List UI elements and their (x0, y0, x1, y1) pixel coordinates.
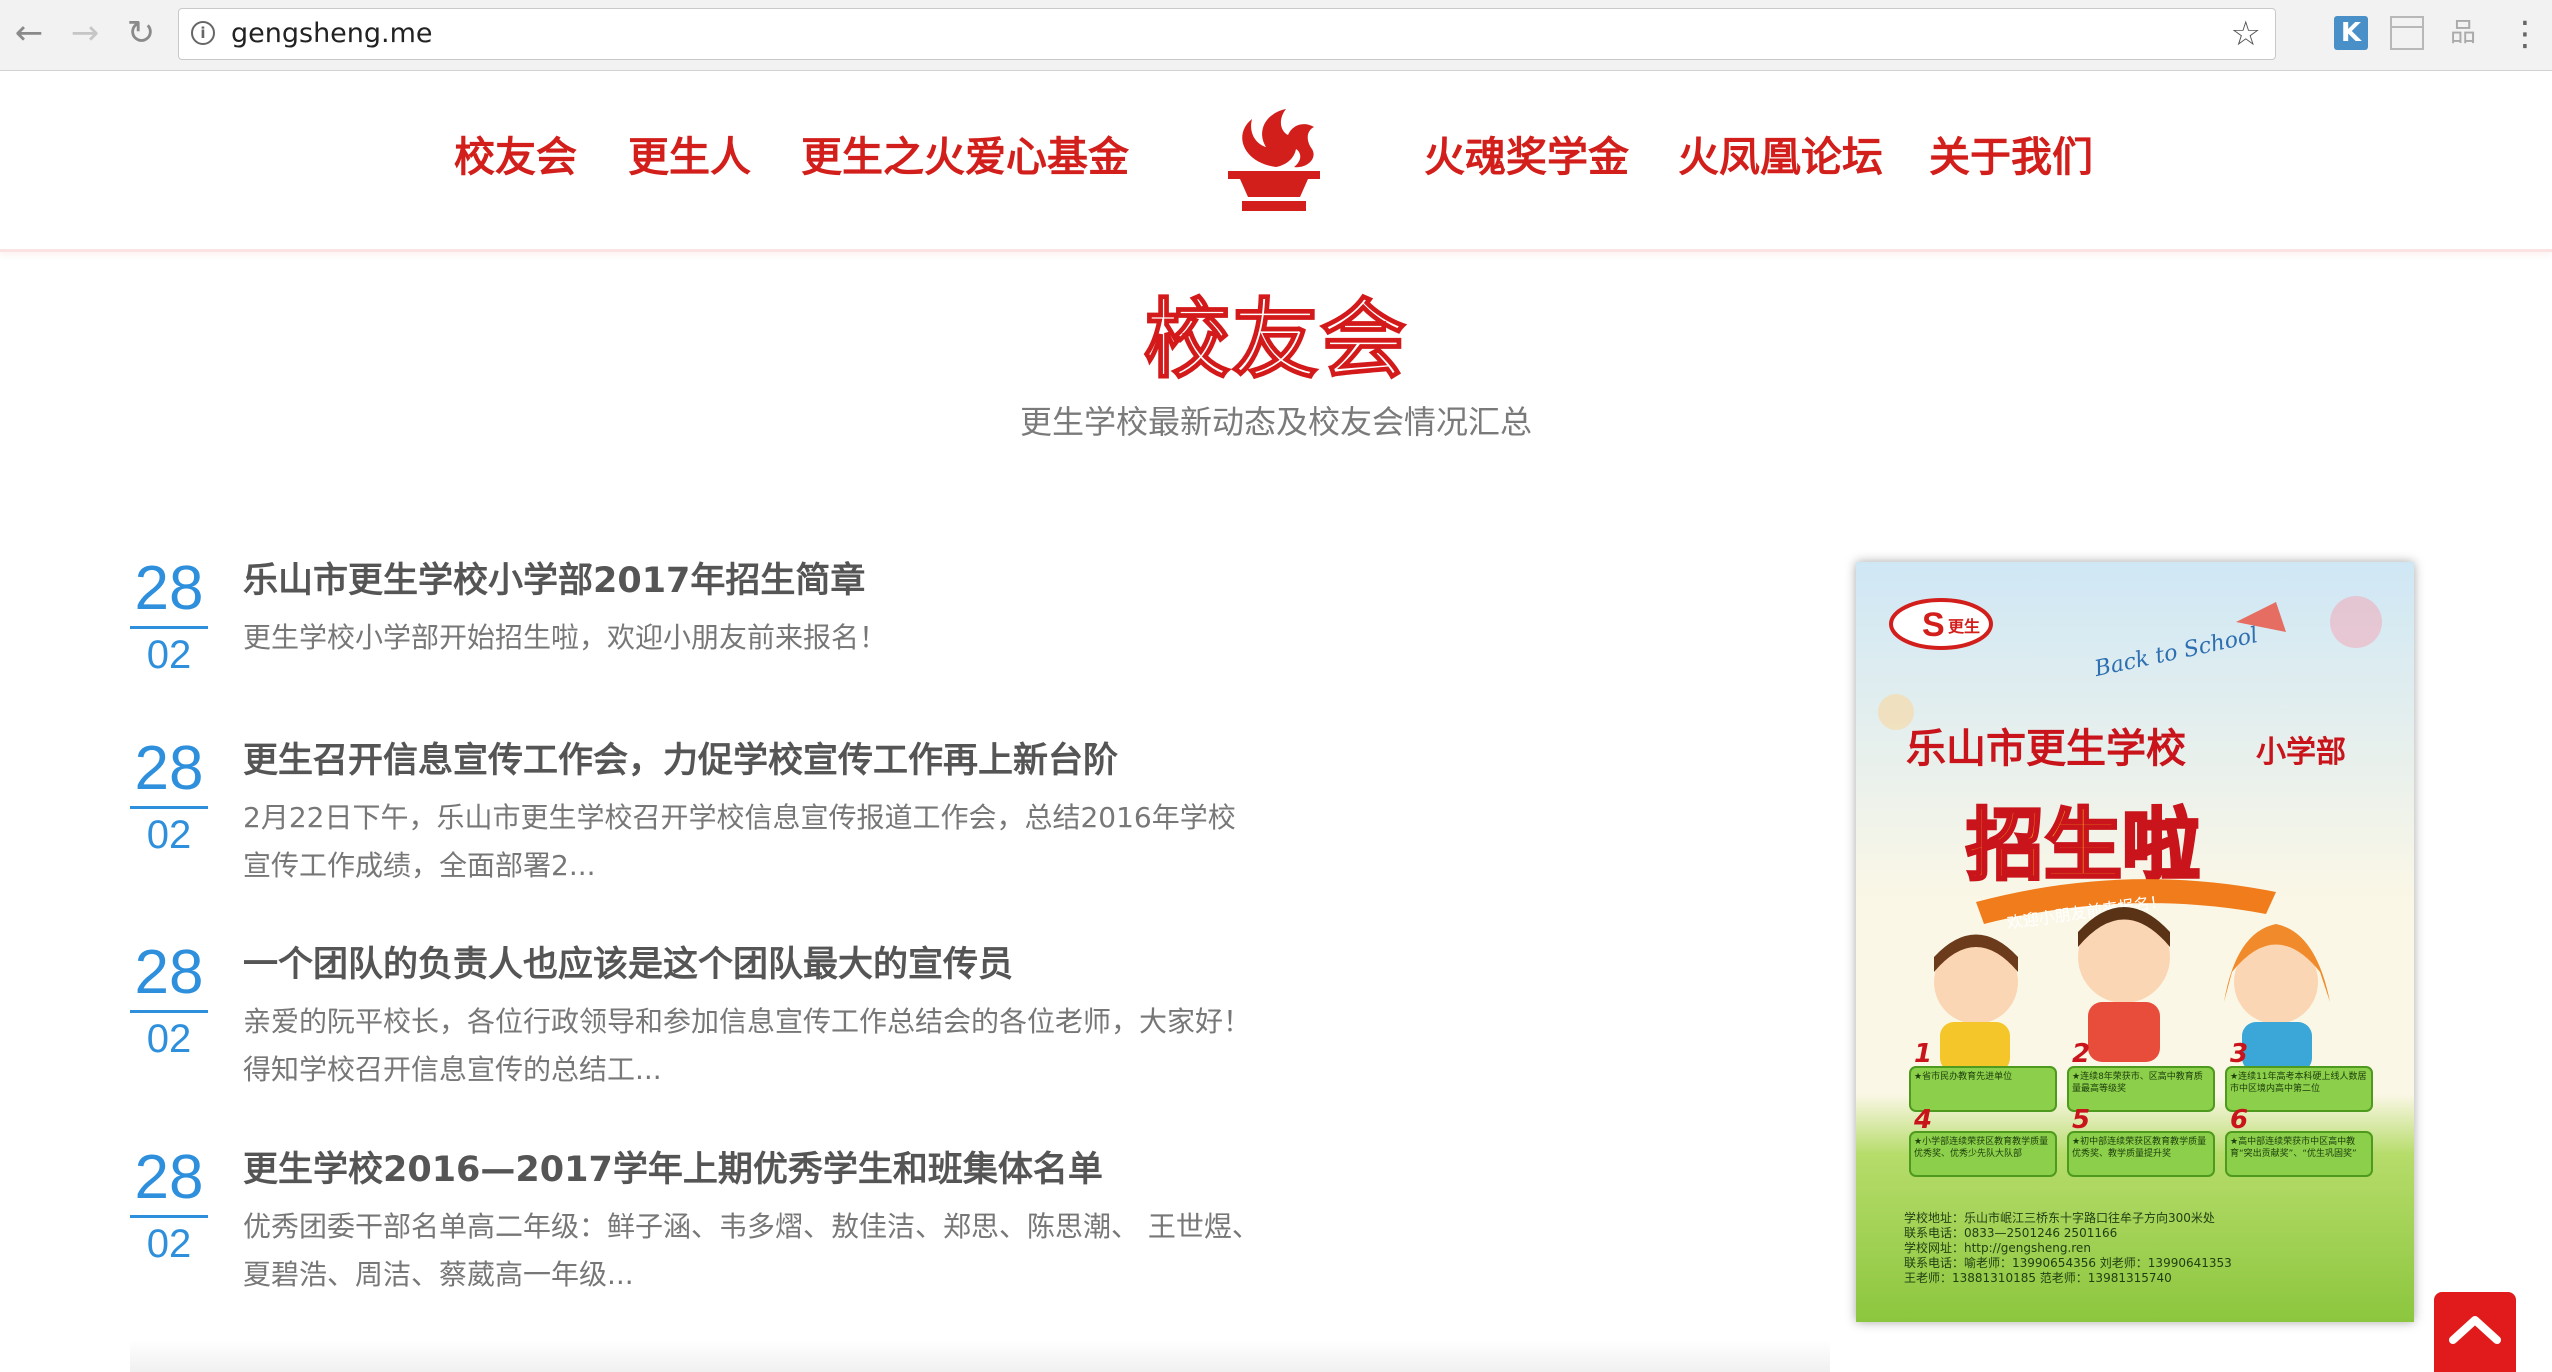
svg-text:3: 3 (2230, 1039, 2248, 1069)
news-date: 28 02 (130, 940, 208, 1061)
enrollment-poster[interactable]: S 更生 Back to School 乐山市更生学校 小学部 招生啦 欢迎小朋… (1856, 562, 2414, 1322)
back-button[interactable]: ← (6, 10, 52, 56)
poster-headline: 招生啦 (1966, 801, 2200, 891)
forward-button[interactable]: → (62, 10, 108, 56)
news-date-day: 28 (134, 1143, 204, 1212)
poster-contact-line: 学校地址：乐山市岷江三桥东十字路口往牟子方向300米处 (1904, 1210, 2215, 1225)
news-summary: 优秀团委干部名单高二年级：鲜子涵、韦多熠、敖佳洁、郑思、陈思潮、 王世煜、夏碧浩… (243, 1210, 1260, 1291)
date-divider (130, 806, 208, 809)
poster-school-name: 乐山市更生学校 (1906, 725, 2186, 772)
news-title-link[interactable]: 更生学校2016—2017学年上期优秀学生和班集体名单 (243, 1145, 1103, 1195)
svg-text:1: 1 (1914, 1039, 1932, 1069)
address-url[interactable]: gengsheng.me (231, 9, 433, 59)
poster-feature: ★初中部连续荣获区教育教学质量优秀奖、教学质量提升奖 (2072, 1137, 2207, 1159)
svg-text:2: 2 (2072, 1039, 2090, 1069)
site-logo-torch-icon[interactable] (1214, 105, 1334, 215)
content-bottom-shadow (130, 1340, 1830, 1372)
news-title-link[interactable]: 乐山市更生学校小学部2017年招生简章 (243, 556, 865, 606)
news-date-day: 28 (134, 554, 204, 623)
news-title-link[interactable]: 一个团队的负责人也应该是这个团队最大的宣传员 (243, 940, 1013, 990)
poster-feature: ★省市民办教育先进单位 (1914, 1072, 2013, 1082)
news-date-month: 02 (146, 633, 192, 677)
nav-link-about-us[interactable]: 关于我们 (1929, 131, 2093, 183)
section-subtitle: 更生学校最新动态及校友会情况汇总 (1019, 403, 1532, 441)
extension-tree-icon[interactable]: 品 (2446, 16, 2480, 50)
date-divider (130, 626, 208, 629)
poster-contact-line: 学校网址：http://gengsheng.ren (1904, 1240, 2091, 1255)
news-summary: 亲爱的阮平校长，各位行政领导和参加信息宣传工作总结会的各位老师，大家好！得知学校… (243, 1005, 1252, 1086)
reload-button[interactable]: ↻ (118, 10, 164, 56)
poster-feature: ★连续8年荣获市、区高中教育质量最高等级奖 (2072, 1072, 2203, 1094)
news-title-link[interactable]: 更生召开信息宣传工作会，力促学校宣传工作再上新台阶 (243, 736, 1118, 786)
browser-menu-icon[interactable]: ⋮ (2508, 14, 2542, 54)
news-date: 28 02 (130, 736, 208, 857)
nav-link-alumni[interactable]: 校友会 (454, 131, 577, 183)
poster-contact-line: 联系电话：0833—2501246 2501166 (1904, 1226, 2117, 1240)
address-bar[interactable]: i gengsheng.me ☆ (178, 8, 2276, 60)
nav-link-charity-fund[interactable]: 更生之火爱心基金 (801, 131, 1129, 183)
nav-link-scholarship[interactable]: 火魂奖学金 (1424, 131, 1629, 183)
svg-text:S: S (1922, 606, 1945, 644)
news-date-month: 02 (146, 1017, 192, 1061)
news-summary: 2月22日下午，乐山市更生学校召开学校信息宣传报道工作会，总结2016年学校宣传… (243, 801, 1236, 882)
extension-k-icon[interactable]: K (2334, 16, 2368, 50)
news-date-day: 28 (134, 734, 204, 803)
news-date-month: 02 (146, 813, 192, 857)
svg-text:4: 4 (1913, 1105, 1932, 1135)
poster-contact-line: 王老师：13881310185 范老师：13981315740 (1904, 1271, 2172, 1285)
poster-logo-text: 更生 (1948, 617, 1980, 636)
poster-contact-line: 联系电话：喻老师：13990654356 刘老师：13990641353 (1904, 1255, 2232, 1270)
svg-text:6: 6 (2230, 1105, 2248, 1135)
bookmark-star-icon[interactable]: ☆ (2231, 9, 2261, 59)
nav-link-forum[interactable]: 火凤凰论坛 (1678, 131, 1883, 183)
poster-feature: ★小学部连续荣获区教育教学质量优秀奖、优秀少先队大队部 (1914, 1137, 2049, 1159)
section-title: 校友会 (1143, 289, 1408, 391)
date-divider (130, 1215, 208, 1218)
site-info-icon[interactable]: i (191, 21, 215, 45)
site-header: 校友会 更生人 更生之火爱心基金 火魂奖学金 火凤凰论坛 关于我们 (0, 71, 2552, 252)
news-date-day: 28 (134, 938, 204, 1007)
news-date: 28 02 (130, 556, 208, 677)
extension-grid-icon[interactable] (2390, 16, 2424, 50)
svg-text:5: 5 (2072, 1105, 2090, 1135)
nav-link-gengsheng-people[interactable]: 更生人 (628, 131, 751, 183)
browser-toolbar: ← → ↻ i gengsheng.me ☆ K 品 ⋮ (0, 0, 2552, 71)
back-to-top-button[interactable] (2434, 1292, 2516, 1372)
poster-dept: 小学部 (2256, 735, 2346, 770)
news-date: 28 02 (130, 1145, 208, 1266)
chevron-up-icon (2449, 1316, 2501, 1344)
news-summary: 更生学校小学部开始招生啦，欢迎小朋友前来报名！ (243, 621, 888, 654)
news-date-month: 02 (146, 1222, 192, 1266)
poster-feature: ★高中部连续荣获市中区高中教育“突出贡献奖”、“优生巩固奖” (2230, 1137, 2357, 1159)
poster-feature: ★连续11年高考本科硬上线人数居市中区境内高中第二位 (2230, 1072, 2367, 1094)
date-divider (130, 1010, 208, 1013)
